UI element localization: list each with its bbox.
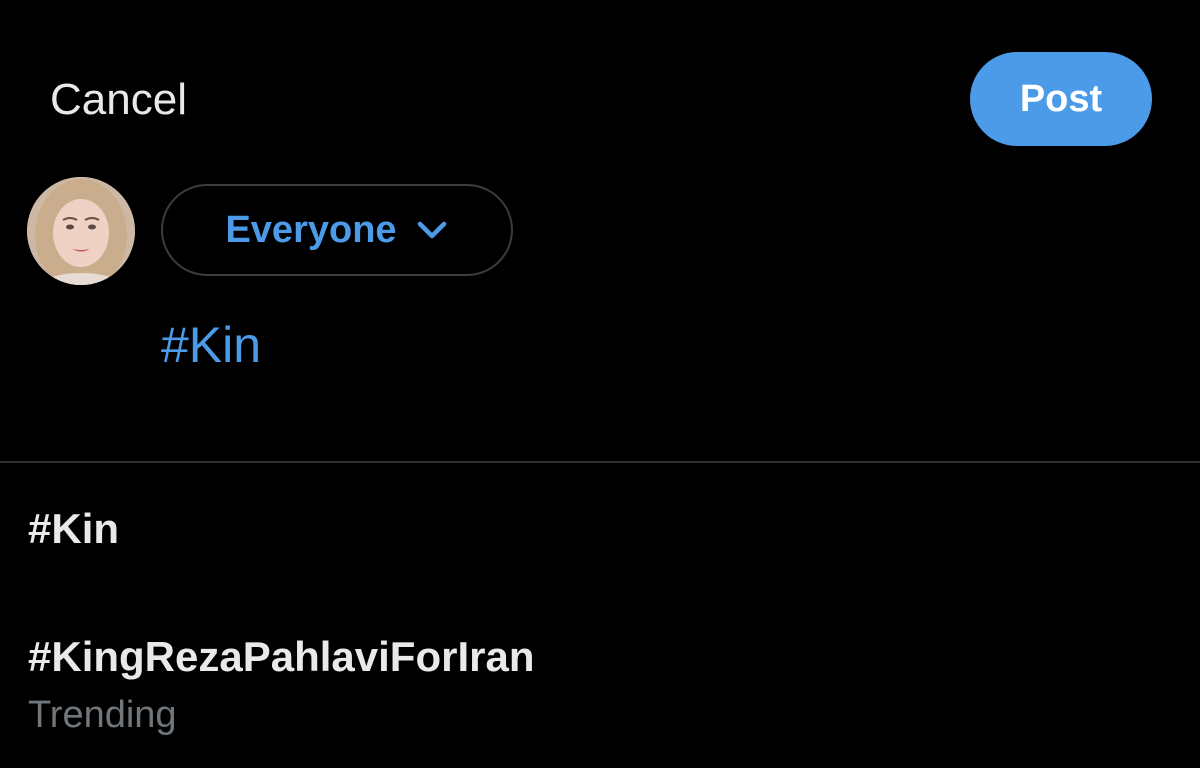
audience-label: Everyone [225, 208, 397, 251]
hashtag-suggestion[interactable]: #Kin [28, 503, 119, 555]
audience-selector-button[interactable]: Everyone [161, 184, 513, 276]
suggestion-title: #Kin [28, 505, 120, 552]
compose-screen: Cancel Post Everyone #Kin #Kin #KingReza… [0, 0, 1200, 768]
cancel-button[interactable]: Cancel [50, 72, 187, 128]
suggestion-title: #KingRezaPahlaviForIran [28, 633, 535, 680]
avatar-image [27, 177, 135, 285]
hashtag-suggestion[interactable]: #KingRezaPahlaviForIran Trending [28, 631, 534, 739]
post-button[interactable]: Post [970, 52, 1152, 146]
suggestion-subtitle: Trending [28, 694, 177, 736]
chevron-down-icon [415, 218, 449, 242]
divider [0, 461, 1200, 463]
post-text-input[interactable]: #Kin [161, 313, 261, 377]
avatar[interactable] [27, 177, 135, 285]
